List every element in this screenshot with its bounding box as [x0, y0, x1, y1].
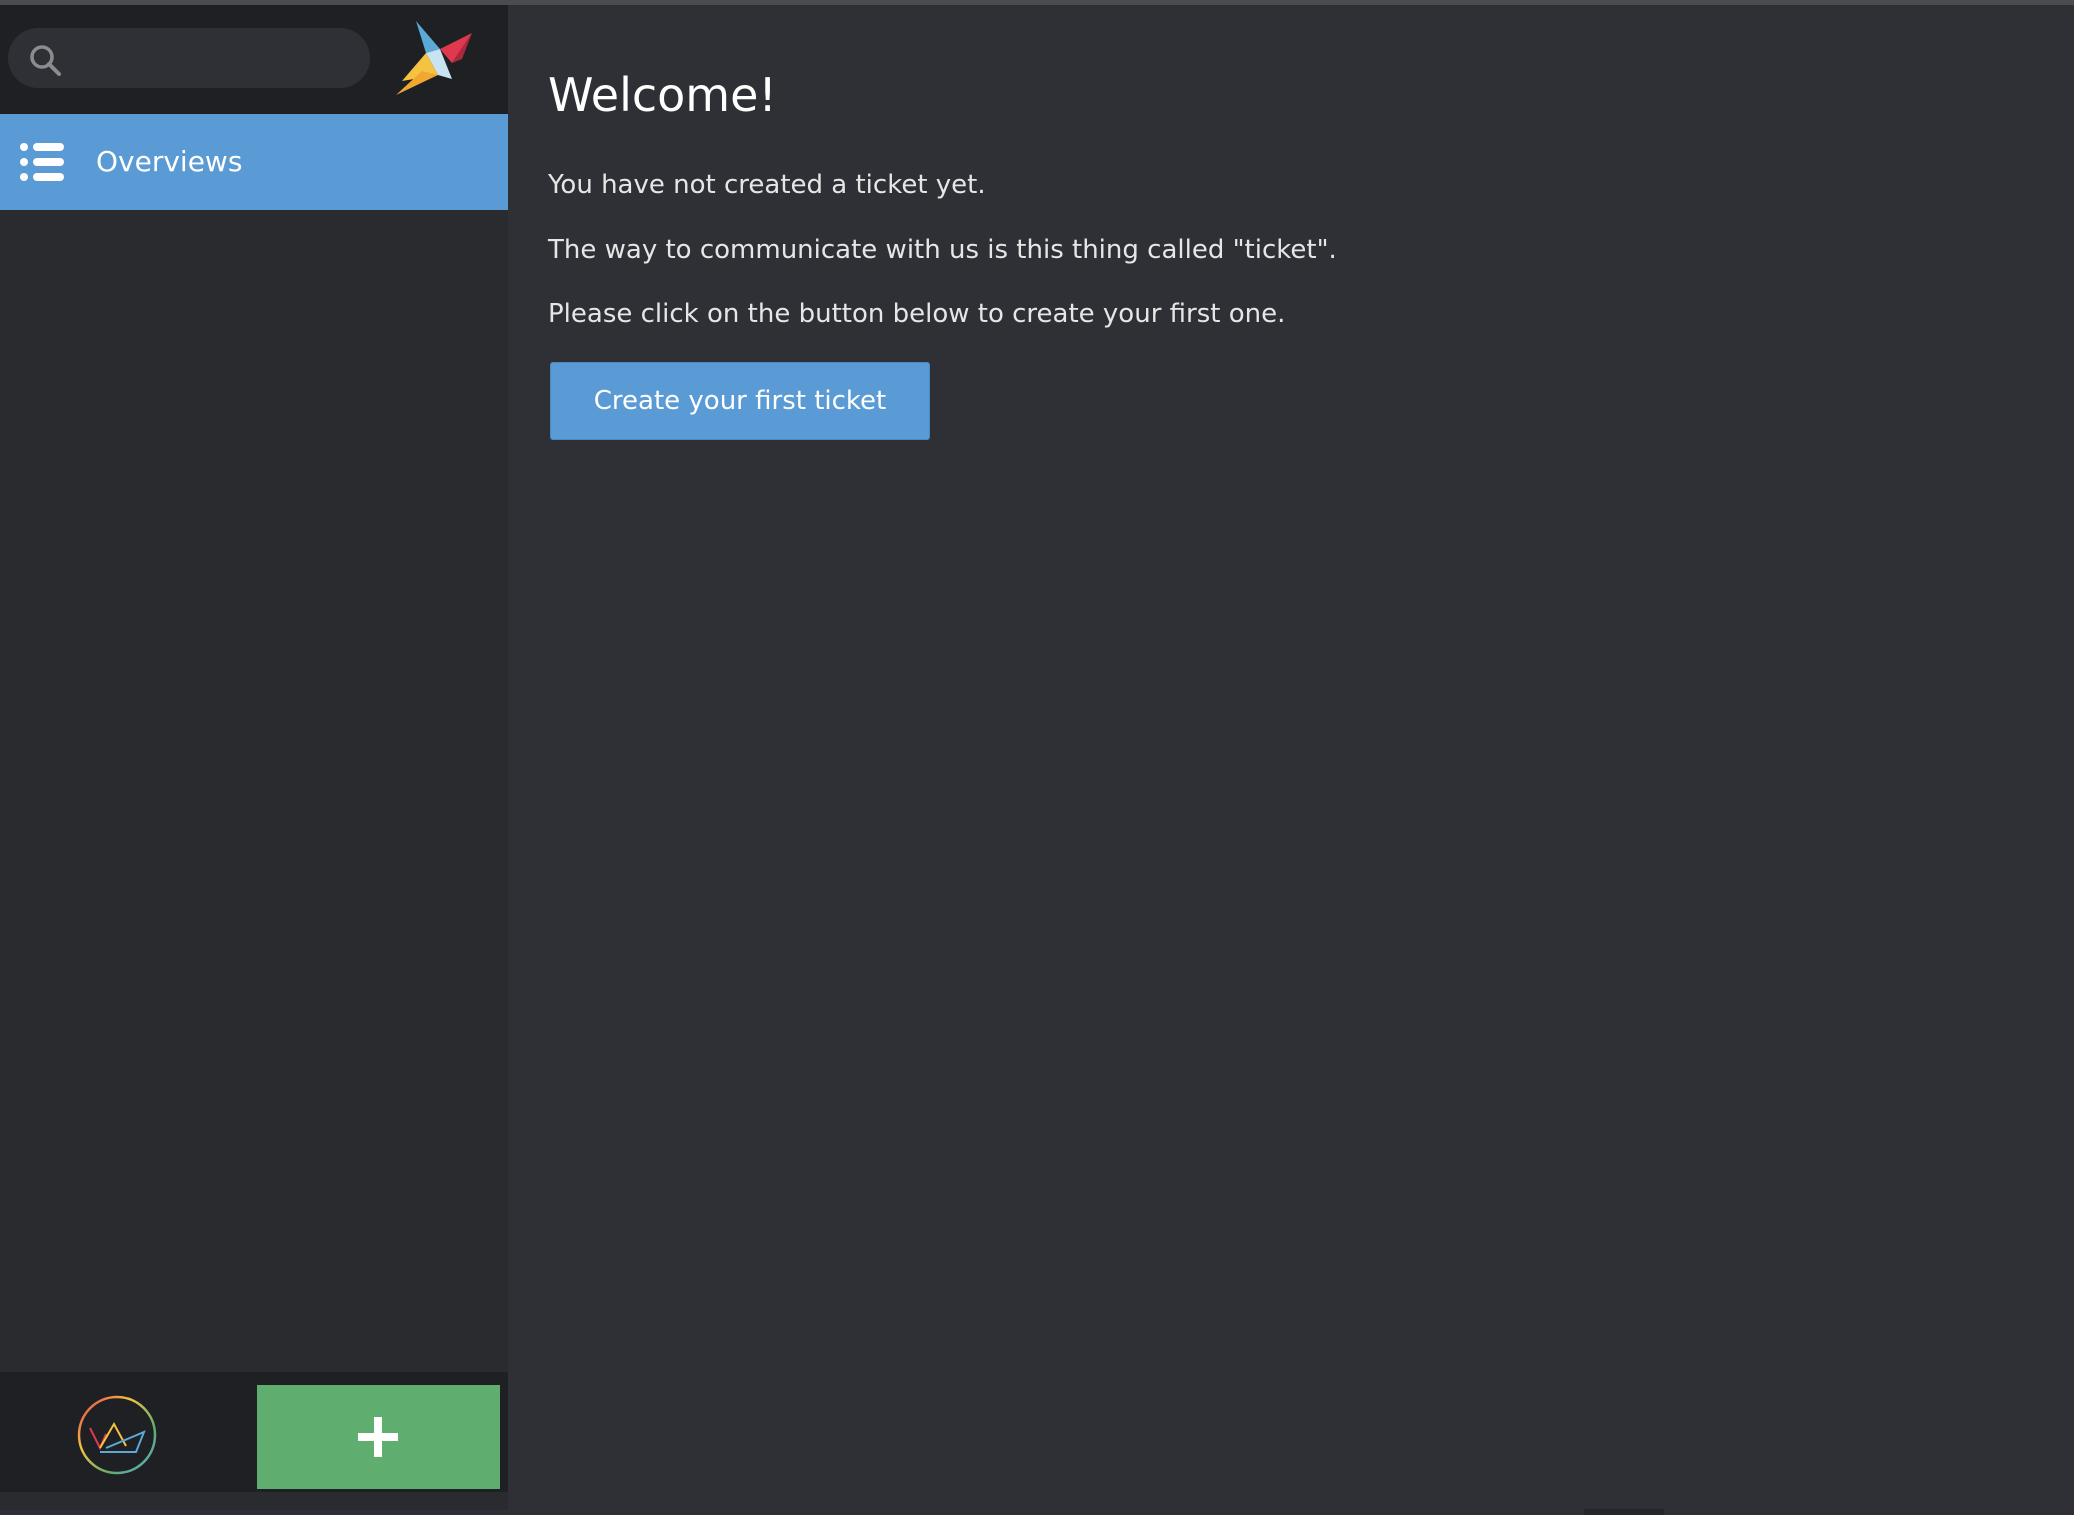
search-icon [30, 45, 61, 76]
sidebar-item-overviews[interactable]: Overviews [0, 114, 508, 210]
plus-icon [358, 1417, 398, 1457]
sidebar-footer [0, 1372, 508, 1492]
instruction-text: Please click on the button below to crea… [548, 299, 1286, 329]
add-button[interactable] [257, 1385, 500, 1489]
main-content: Welcome! You have not created a ticket y… [508, 5, 2074, 1515]
sidebar-header [0, 5, 508, 114]
list-icon [20, 143, 64, 181]
crown-avatar[interactable] [76, 1394, 158, 1476]
search-input[interactable] [8, 28, 370, 88]
create-first-ticket-button[interactable]: Create your first ticket [550, 362, 930, 440]
sidebar: Overviews [0, 5, 508, 1510]
info-text: The way to communicate with us is this t… [548, 235, 1337, 265]
page-title: Welcome! [548, 68, 777, 122]
intro-text: You have not created a ticket yet. [548, 170, 986, 200]
sidebar-item-label: Overviews [96, 145, 243, 178]
bird-logo[interactable] [392, 19, 478, 95]
